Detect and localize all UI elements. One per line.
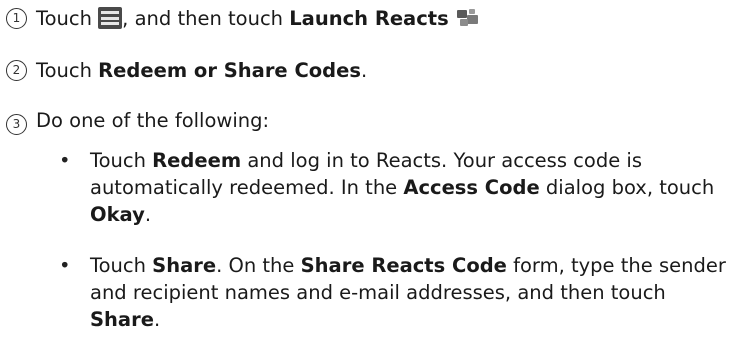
step-number-1: 1 bbox=[6, 8, 27, 29]
bullet-marker: • bbox=[59, 149, 71, 172]
share-label: Share bbox=[90, 308, 154, 331]
option-share-text: Touch Share. On the Share Reacts Code fo… bbox=[90, 254, 726, 331]
step-2-text: Touch Redeem or Share Codes. bbox=[36, 59, 368, 82]
okay-label: Okay bbox=[90, 203, 145, 226]
redeem-or-share-codes-label: Redeem or Share Codes bbox=[98, 59, 361, 82]
step-number-3: 3 bbox=[6, 114, 27, 135]
launch-reacts-label: Launch Reacts bbox=[289, 7, 449, 30]
step-2: 2 Touch Redeem or Share Codes. bbox=[6, 58, 367, 84]
share-label: Share bbox=[152, 254, 217, 277]
step-1: 1 Touch , and then touch Launch Reacts bbox=[6, 6, 481, 32]
instructions-document: 1 Touch , and then touch Launch Reacts 2… bbox=[0, 0, 743, 343]
option-redeem-text: Touch Redeem and log in to Reacts. Your … bbox=[90, 149, 715, 226]
redeem-label: Redeem bbox=[152, 149, 242, 172]
step-number-2: 2 bbox=[6, 60, 27, 81]
menu-icon bbox=[98, 7, 123, 29]
bullet-marker: • bbox=[59, 254, 71, 277]
step-3-text: Do one of the following: bbox=[36, 109, 270, 132]
access-code-label: Access Code bbox=[403, 176, 540, 199]
step-1-text: Touch , and then touch Launch Reacts bbox=[36, 6, 481, 32]
step-3: 3 Do one of the following: bbox=[6, 108, 269, 135]
share-reacts-code-label: Share Reacts Code bbox=[300, 254, 507, 277]
reacts-icon bbox=[456, 9, 478, 26]
